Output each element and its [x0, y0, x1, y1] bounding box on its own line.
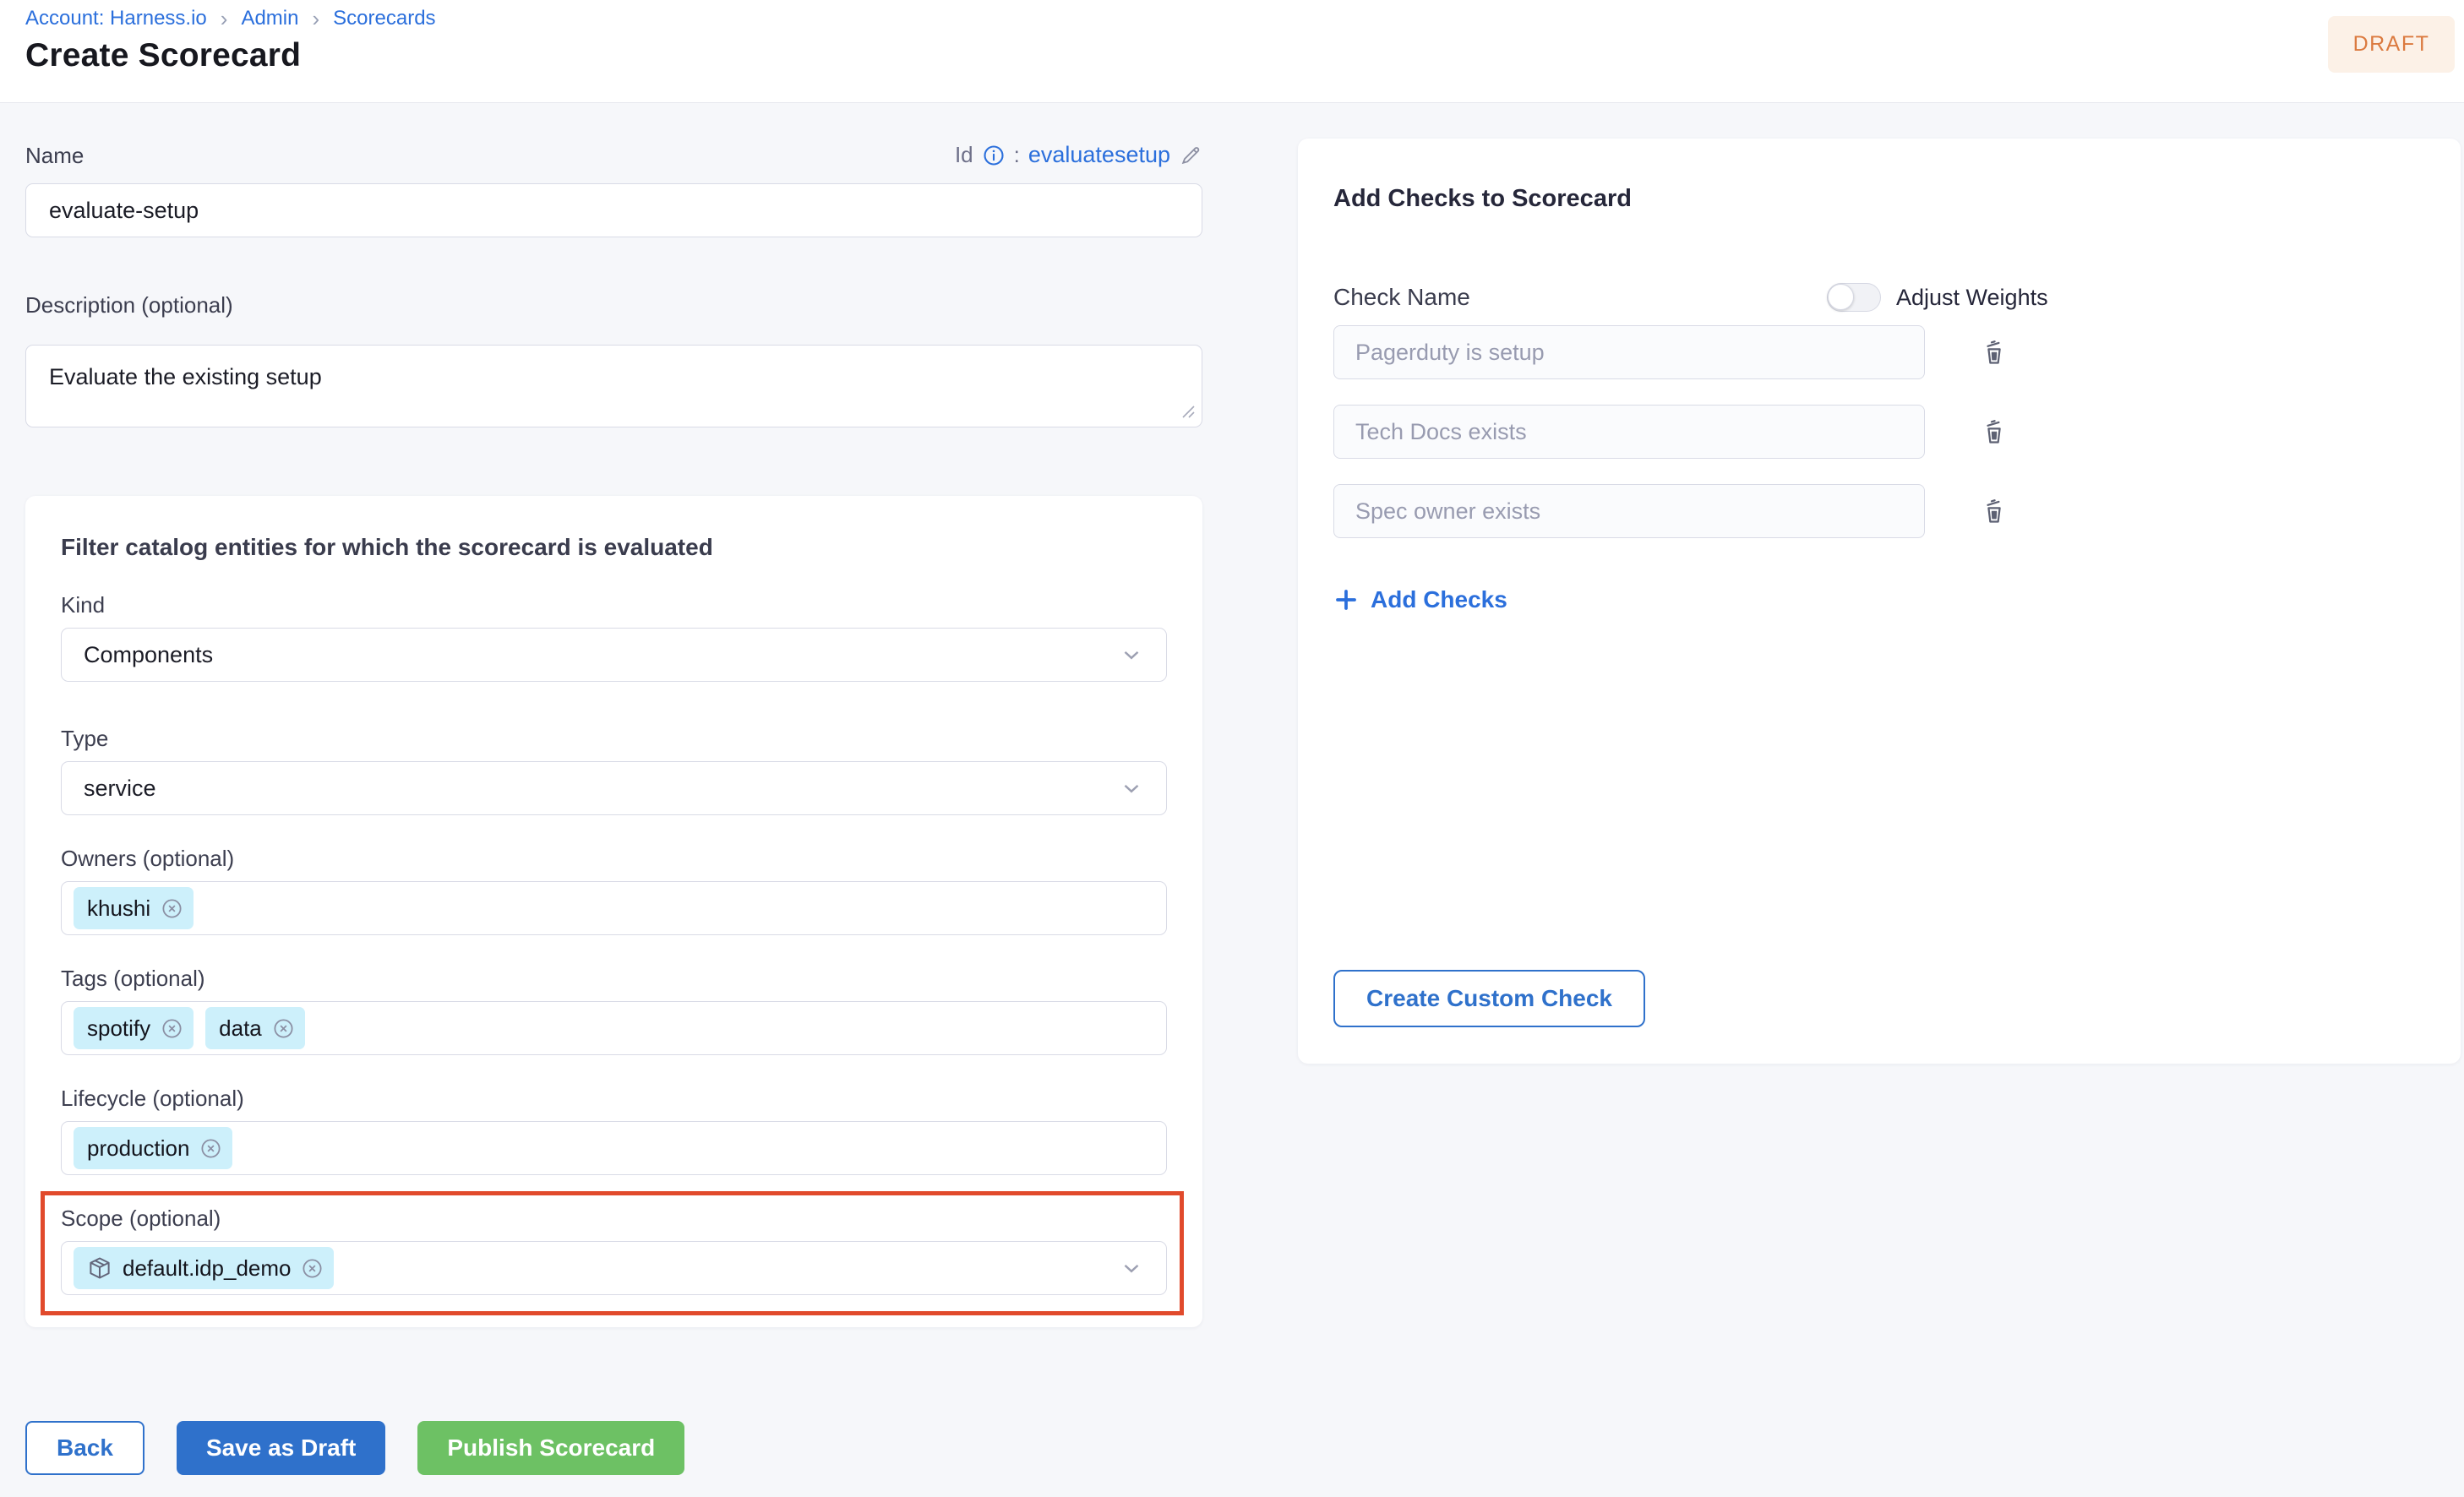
add-checks-label: Add Checks	[1371, 586, 1507, 613]
scope-chip: default.idp_demo	[74, 1247, 334, 1289]
scope-group: Scope (optional) default.idp_demo	[61, 1206, 1167, 1295]
add-checks-button[interactable]: Add Checks	[1333, 586, 1507, 613]
chip-remove-icon[interactable]	[161, 1017, 183, 1040]
check-name-input[interactable]	[1333, 325, 1925, 379]
check-name-input[interactable]	[1333, 405, 1925, 459]
plus-icon	[1333, 587, 1359, 612]
chip-remove-icon[interactable]	[161, 897, 183, 920]
type-label: Type	[61, 726, 1167, 751]
check-row	[1333, 325, 2425, 379]
filter-heading: Filter catalog entities for which the sc…	[61, 533, 1167, 562]
check-row	[1333, 484, 2425, 538]
check-name-input[interactable]	[1333, 484, 1925, 538]
package-icon	[87, 1255, 112, 1281]
create-custom-check-button[interactable]: Create Custom Check	[1333, 970, 1645, 1027]
breadcrumb: Account: Harness.io › Admin › Scorecards	[25, 7, 436, 30]
lifecycle-chip: production	[74, 1127, 232, 1169]
id-group: Id : evaluatesetup	[955, 142, 1202, 168]
add-checks-panel: Add Checks to Scorecard Check Name Adjus…	[1298, 139, 2461, 1064]
id-value[interactable]: evaluatesetup	[1028, 142, 1170, 168]
kind-select-value: Components	[84, 642, 213, 668]
description-label: Description (optional)	[25, 292, 233, 318]
check-name-label: Check Name	[1333, 284, 1470, 310]
owners-input[interactable]: khushi	[61, 881, 1167, 935]
chip-text: khushi	[87, 895, 150, 921]
owner-chip: khushi	[74, 887, 194, 929]
adjust-weights-toggle[interactable]	[1827, 283, 1881, 312]
lifecycle-group: Lifecycle (optional) production	[61, 1086, 1167, 1175]
chip-text: spotify	[87, 1015, 150, 1041]
checks-panel-heading: Add Checks to Scorecard	[1333, 184, 2425, 213]
scope-label: Scope (optional)	[61, 1206, 1167, 1231]
kind-group: Kind Components	[61, 592, 1167, 682]
name-label: Name	[25, 143, 84, 168]
owners-label: Owners (optional)	[61, 846, 1167, 871]
adjust-weights-label: Adjust Weights	[1896, 285, 2048, 311]
lifecycle-input[interactable]: production	[61, 1121, 1167, 1175]
check-name-row: Check Name Adjust Weights	[1333, 280, 2425, 314]
info-icon[interactable]	[982, 144, 1006, 167]
lifecycle-label: Lifecycle (optional)	[61, 1086, 1167, 1111]
owners-group: Owners (optional) khushi	[61, 846, 1167, 935]
description-field: Evaluate the existing setup	[25, 345, 1202, 427]
breadcrumb-admin-link[interactable]: Admin	[241, 7, 298, 30]
name-row: Name Id : evaluatesetup	[25, 142, 1202, 168]
tags-label: Tags (optional)	[61, 966, 1167, 991]
toggle-knob	[1828, 284, 1854, 310]
chip-text: production	[87, 1135, 189, 1161]
chip-remove-icon[interactable]	[272, 1017, 295, 1040]
delete-check-button[interactable]	[1979, 496, 2009, 526]
filter-card: Filter catalog entities for which the sc…	[25, 496, 1202, 1327]
adjust-weights-group: Adjust Weights	[1827, 280, 2048, 314]
tags-input[interactable]: spotify data	[61, 1001, 1167, 1055]
name-input[interactable]	[25, 183, 1202, 237]
checks-list	[1333, 325, 2425, 538]
type-select[interactable]: service	[61, 761, 1167, 815]
back-button[interactable]: Back	[25, 1421, 144, 1475]
delete-check-button[interactable]	[1979, 416, 2009, 447]
pencil-icon[interactable]	[1179, 144, 1202, 167]
id-separator: :	[1014, 142, 1020, 168]
tags-group: Tags (optional) spotify data	[61, 966, 1167, 1055]
form-actions: Back Save as Draft Publish Scorecard	[25, 1421, 684, 1475]
chevron-down-icon	[1119, 642, 1144, 667]
check-row	[1333, 405, 2425, 459]
chip-remove-icon[interactable]	[199, 1137, 222, 1160]
trash-icon	[1979, 416, 2009, 447]
trash-icon	[1979, 337, 2009, 367]
page-title: Create Scorecard	[25, 37, 301, 74]
delete-check-button[interactable]	[1979, 337, 2009, 367]
chevron-down-icon	[1119, 1255, 1144, 1281]
page-header: Account: Harness.io › Admin › Scorecards…	[0, 0, 2464, 103]
chip-text: default.idp_demo	[123, 1255, 291, 1281]
chip-text: data	[219, 1015, 262, 1041]
breadcrumb-account-link[interactable]: Account: Harness.io	[25, 7, 207, 30]
kind-label: Kind	[61, 592, 1167, 618]
status-badge: DRAFT	[2328, 16, 2455, 73]
tag-chip: spotify	[74, 1007, 194, 1049]
trash-icon	[1979, 496, 2009, 526]
type-group: Type service	[61, 726, 1167, 815]
kind-select[interactable]: Components	[61, 628, 1167, 682]
description-textarea[interactable]: Evaluate the existing setup	[25, 345, 1202, 427]
save-as-draft-button[interactable]: Save as Draft	[177, 1421, 385, 1475]
scope-select[interactable]: default.idp_demo	[61, 1241, 1167, 1295]
chevron-down-icon	[1119, 776, 1144, 801]
breadcrumb-separator: ›	[221, 8, 228, 30]
tag-chip: data	[205, 1007, 305, 1049]
breadcrumb-scorecards-link[interactable]: Scorecards	[333, 7, 435, 30]
publish-scorecard-button[interactable]: Publish Scorecard	[417, 1421, 684, 1475]
chip-remove-icon[interactable]	[301, 1257, 324, 1280]
type-select-value: service	[84, 776, 156, 802]
breadcrumb-separator: ›	[312, 8, 319, 30]
id-label: Id	[955, 142, 973, 168]
